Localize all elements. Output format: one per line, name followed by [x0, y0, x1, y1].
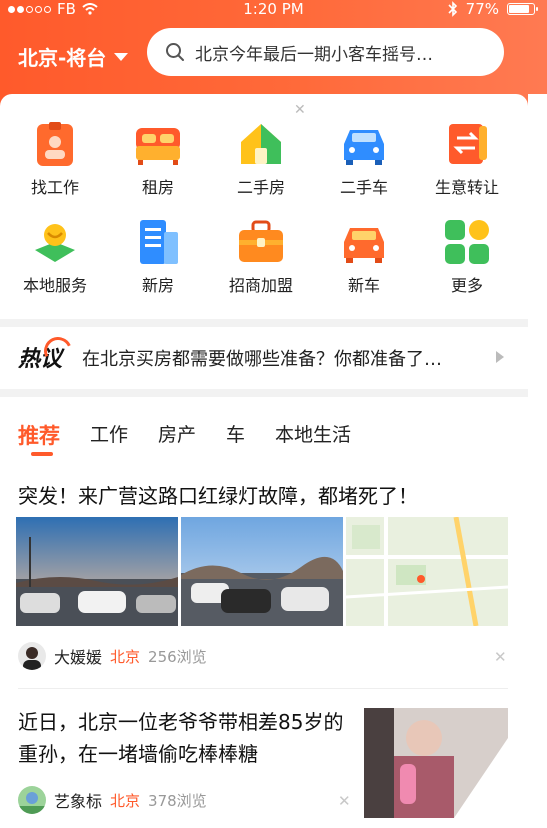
- bed-icon: [134, 120, 182, 168]
- service-label: 找工作: [30, 178, 79, 197]
- feed-item-photos[interactable]: [16, 517, 508, 626]
- tab-car[interactable]: 车: [226, 420, 245, 450]
- hot-topic-row[interactable]: 热议 在北京买房都需要做哪些准备？你都准备了…: [0, 327, 528, 387]
- service-label: 招商加盟: [228, 276, 293, 295]
- local-service-icon: [31, 218, 79, 266]
- service-label: 二手车: [339, 178, 388, 197]
- battery-icon: [507, 3, 538, 15]
- service-new-car[interactable]: 新车: [314, 218, 414, 296]
- tab-property[interactable]: 房产: [158, 420, 196, 450]
- feed-tabs: 推荐 工作 房产 车 本地生活: [18, 420, 351, 450]
- search-box[interactable]: 北京今年最后一期小客车摇号…: [147, 28, 504, 76]
- feed-item-title[interactable]: 突发！来广营这路口红绿灯故障，都堵死了！: [18, 480, 418, 509]
- feed-item-title[interactable]: 近日，北京一位老爷爷带相差85岁的重孙，在一堵墙偷吃棒棒糖: [18, 706, 353, 770]
- service-more[interactable]: 更多: [417, 218, 517, 296]
- service-new-house[interactable]: 新房: [108, 218, 208, 296]
- location-tag: 北京: [110, 791, 141, 810]
- tab-work[interactable]: 工作: [90, 420, 128, 450]
- service-label: 更多: [450, 276, 483, 295]
- hot-topic-text: 在北京买房都需要做哪些准备？你都准备了…: [82, 349, 442, 370]
- resume-icon: [31, 120, 79, 168]
- service-find-job[interactable]: 找工作: [5, 120, 105, 198]
- transfer-icon: [443, 120, 491, 168]
- feed-divider: [18, 688, 508, 689]
- service-used-car[interactable]: 二手车: [314, 120, 414, 198]
- service-franchise[interactable]: 招商加盟: [211, 218, 311, 296]
- service-business-transfer[interactable]: 生意转让: [417, 120, 517, 198]
- status-bar: FB 1:20 PM 77%: [0, 0, 547, 20]
- close-icon[interactable]: ✕: [294, 102, 306, 118]
- feed-thumbnail[interactable]: [364, 708, 508, 818]
- service-label: 生意转让: [434, 178, 499, 197]
- city-selector[interactable]: 北京-将台: [18, 42, 129, 71]
- service-local-service[interactable]: 本地服务: [5, 218, 105, 296]
- service-rent[interactable]: 租房: [108, 120, 208, 198]
- house-icon: [237, 120, 285, 168]
- avatar[interactable]: [18, 786, 46, 814]
- city-label: 北京-将台: [18, 46, 107, 70]
- view-count: 378浏览: [148, 791, 207, 810]
- service-label: 二手房: [236, 178, 285, 197]
- more-grid-icon: [443, 218, 491, 266]
- service-label: 本地服务: [22, 276, 87, 295]
- author-name[interactable]: 大媛媛: [54, 644, 102, 668]
- traffic-photo[interactable]: [16, 517, 178, 626]
- section-separator: [0, 319, 528, 327]
- traffic-photo[interactable]: [181, 517, 343, 626]
- map-photo[interactable]: [346, 517, 508, 626]
- tab-recommend[interactable]: 推荐: [18, 420, 60, 450]
- service-label: 租房: [141, 178, 174, 197]
- new-car-icon: [340, 218, 388, 266]
- feed-item-meta: 艺象标 北京 378浏览: [18, 785, 207, 815]
- bluetooth-icon: [448, 1, 457, 17]
- section-separator: [0, 389, 528, 397]
- dismiss-icon[interactable]: ✕: [338, 792, 351, 810]
- author-name[interactable]: 艺象标: [54, 788, 102, 812]
- view-count: 256浏览: [148, 647, 207, 666]
- service-label: 新房: [141, 276, 174, 295]
- service-second-house[interactable]: 二手房: [211, 120, 311, 198]
- search-placeholder: 北京今年最后一期小客车摇号…: [195, 44, 433, 65]
- feed-item-meta: 大媛媛 北京 256浏览: [18, 641, 207, 671]
- play-arrow-icon: [496, 351, 504, 363]
- car-icon: [340, 120, 388, 168]
- search-icon: [166, 43, 184, 61]
- avatar[interactable]: [18, 642, 46, 670]
- briefcase-icon: [237, 218, 285, 266]
- building-icon: [134, 218, 182, 266]
- dismiss-icon[interactable]: ✕: [494, 648, 507, 666]
- caret-down-icon: [114, 52, 129, 61]
- tab-local-life[interactable]: 本地生活: [275, 420, 351, 450]
- location-tag: 北京: [110, 647, 141, 666]
- active-tab-indicator: [31, 452, 53, 456]
- battery-percent: 77%: [465, 0, 499, 18]
- service-label: 新车: [347, 276, 380, 295]
